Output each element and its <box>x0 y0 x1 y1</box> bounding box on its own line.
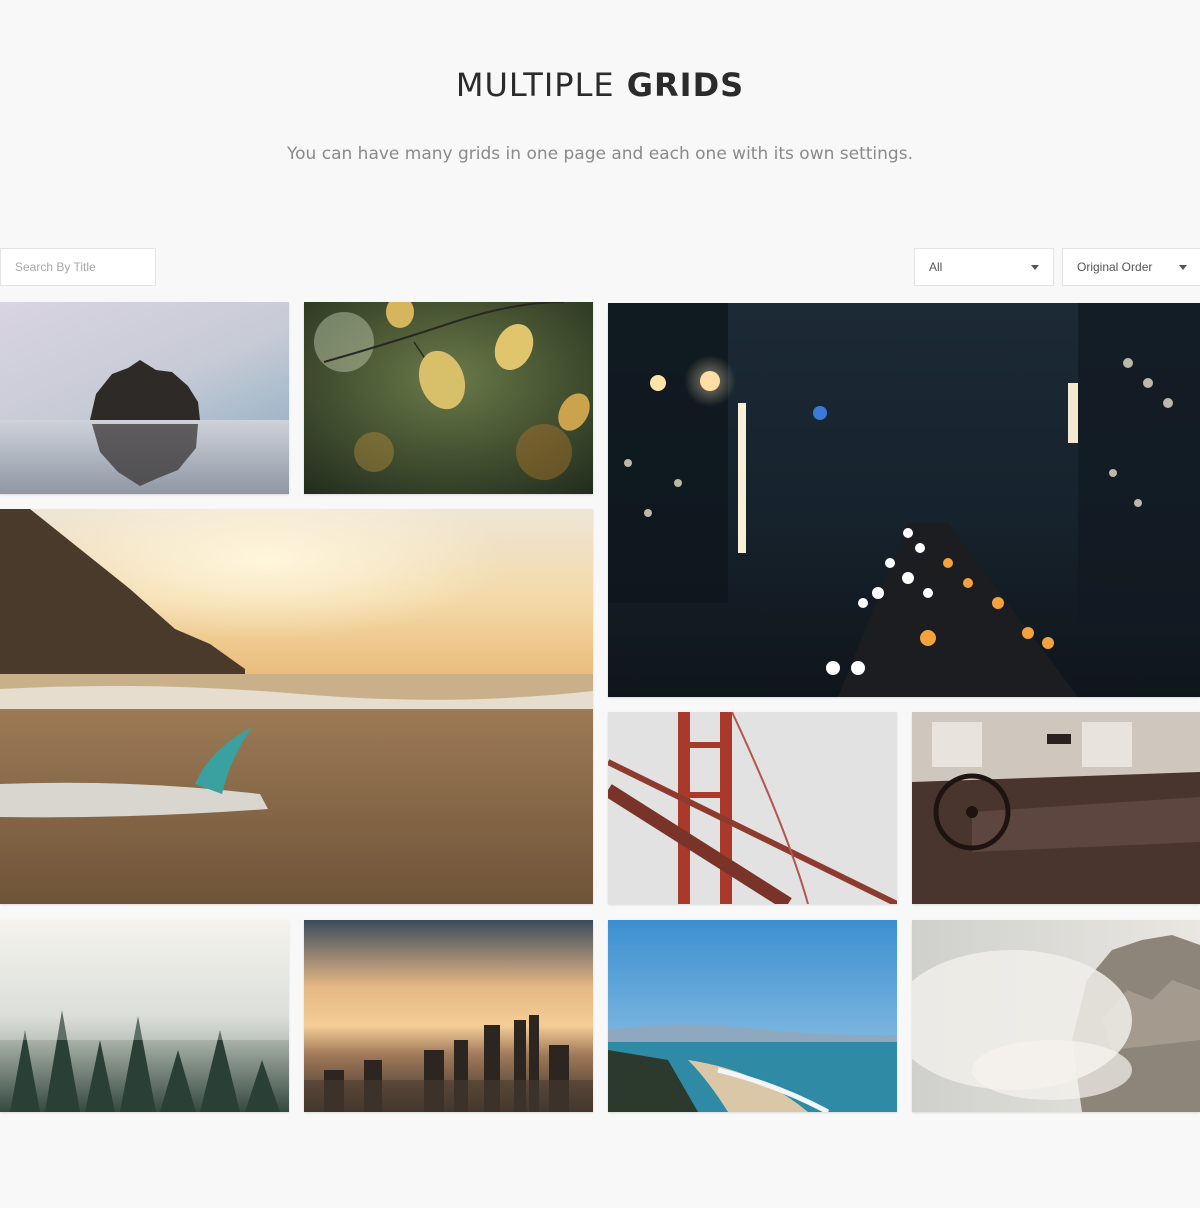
beach-sunset-image <box>0 509 593 904</box>
vintage-car-image <box>912 712 1200 904</box>
coastal-beach-image <box>608 920 897 1112</box>
chevron-down-icon <box>1031 265 1039 270</box>
rock-island-image <box>0 302 289 494</box>
page-subtitle: You can have many grids in one page and … <box>287 144 913 164</box>
sort-order-value: Original Order <box>1077 260 1153 274</box>
city-skyline-image <box>304 920 593 1112</box>
page-title-bold: GRIDS <box>626 66 745 104</box>
search-input[interactable] <box>0 248 156 286</box>
golden-gate-image <box>608 712 897 904</box>
gallery-item-golden-gate[interactable] <box>608 712 897 904</box>
gallery-item-beach-sunset[interactable] <box>0 509 593 904</box>
autumn-leaves-image <box>304 302 593 494</box>
gallery-item-rock-island[interactable] <box>0 302 289 494</box>
gallery-item-city-skyline[interactable] <box>304 920 593 1112</box>
gallery-item-city-night[interactable] <box>608 303 1200 697</box>
city-night-image <box>608 303 1200 697</box>
gallery-item-misty-forest[interactable] <box>0 920 289 1112</box>
gallery-item-cliff-clouds[interactable] <box>912 920 1200 1112</box>
cliff-clouds-image <box>912 920 1200 1112</box>
gallery-item-autumn-leaves[interactable] <box>304 302 593 494</box>
page-title-light: MULTIPLE <box>455 66 615 104</box>
misty-forest-image <box>0 920 289 1112</box>
page-title: MULTIPLE GRIDS <box>0 66 1200 104</box>
category-filter-select[interactable]: All <box>914 248 1054 286</box>
gallery-item-coastal-beach[interactable] <box>608 920 897 1112</box>
category-filter-value: All <box>929 260 943 274</box>
gallery-item-vintage-car[interactable] <box>912 712 1200 904</box>
sort-order-select[interactable]: Original Order <box>1062 248 1200 286</box>
chevron-down-icon <box>1179 265 1187 270</box>
